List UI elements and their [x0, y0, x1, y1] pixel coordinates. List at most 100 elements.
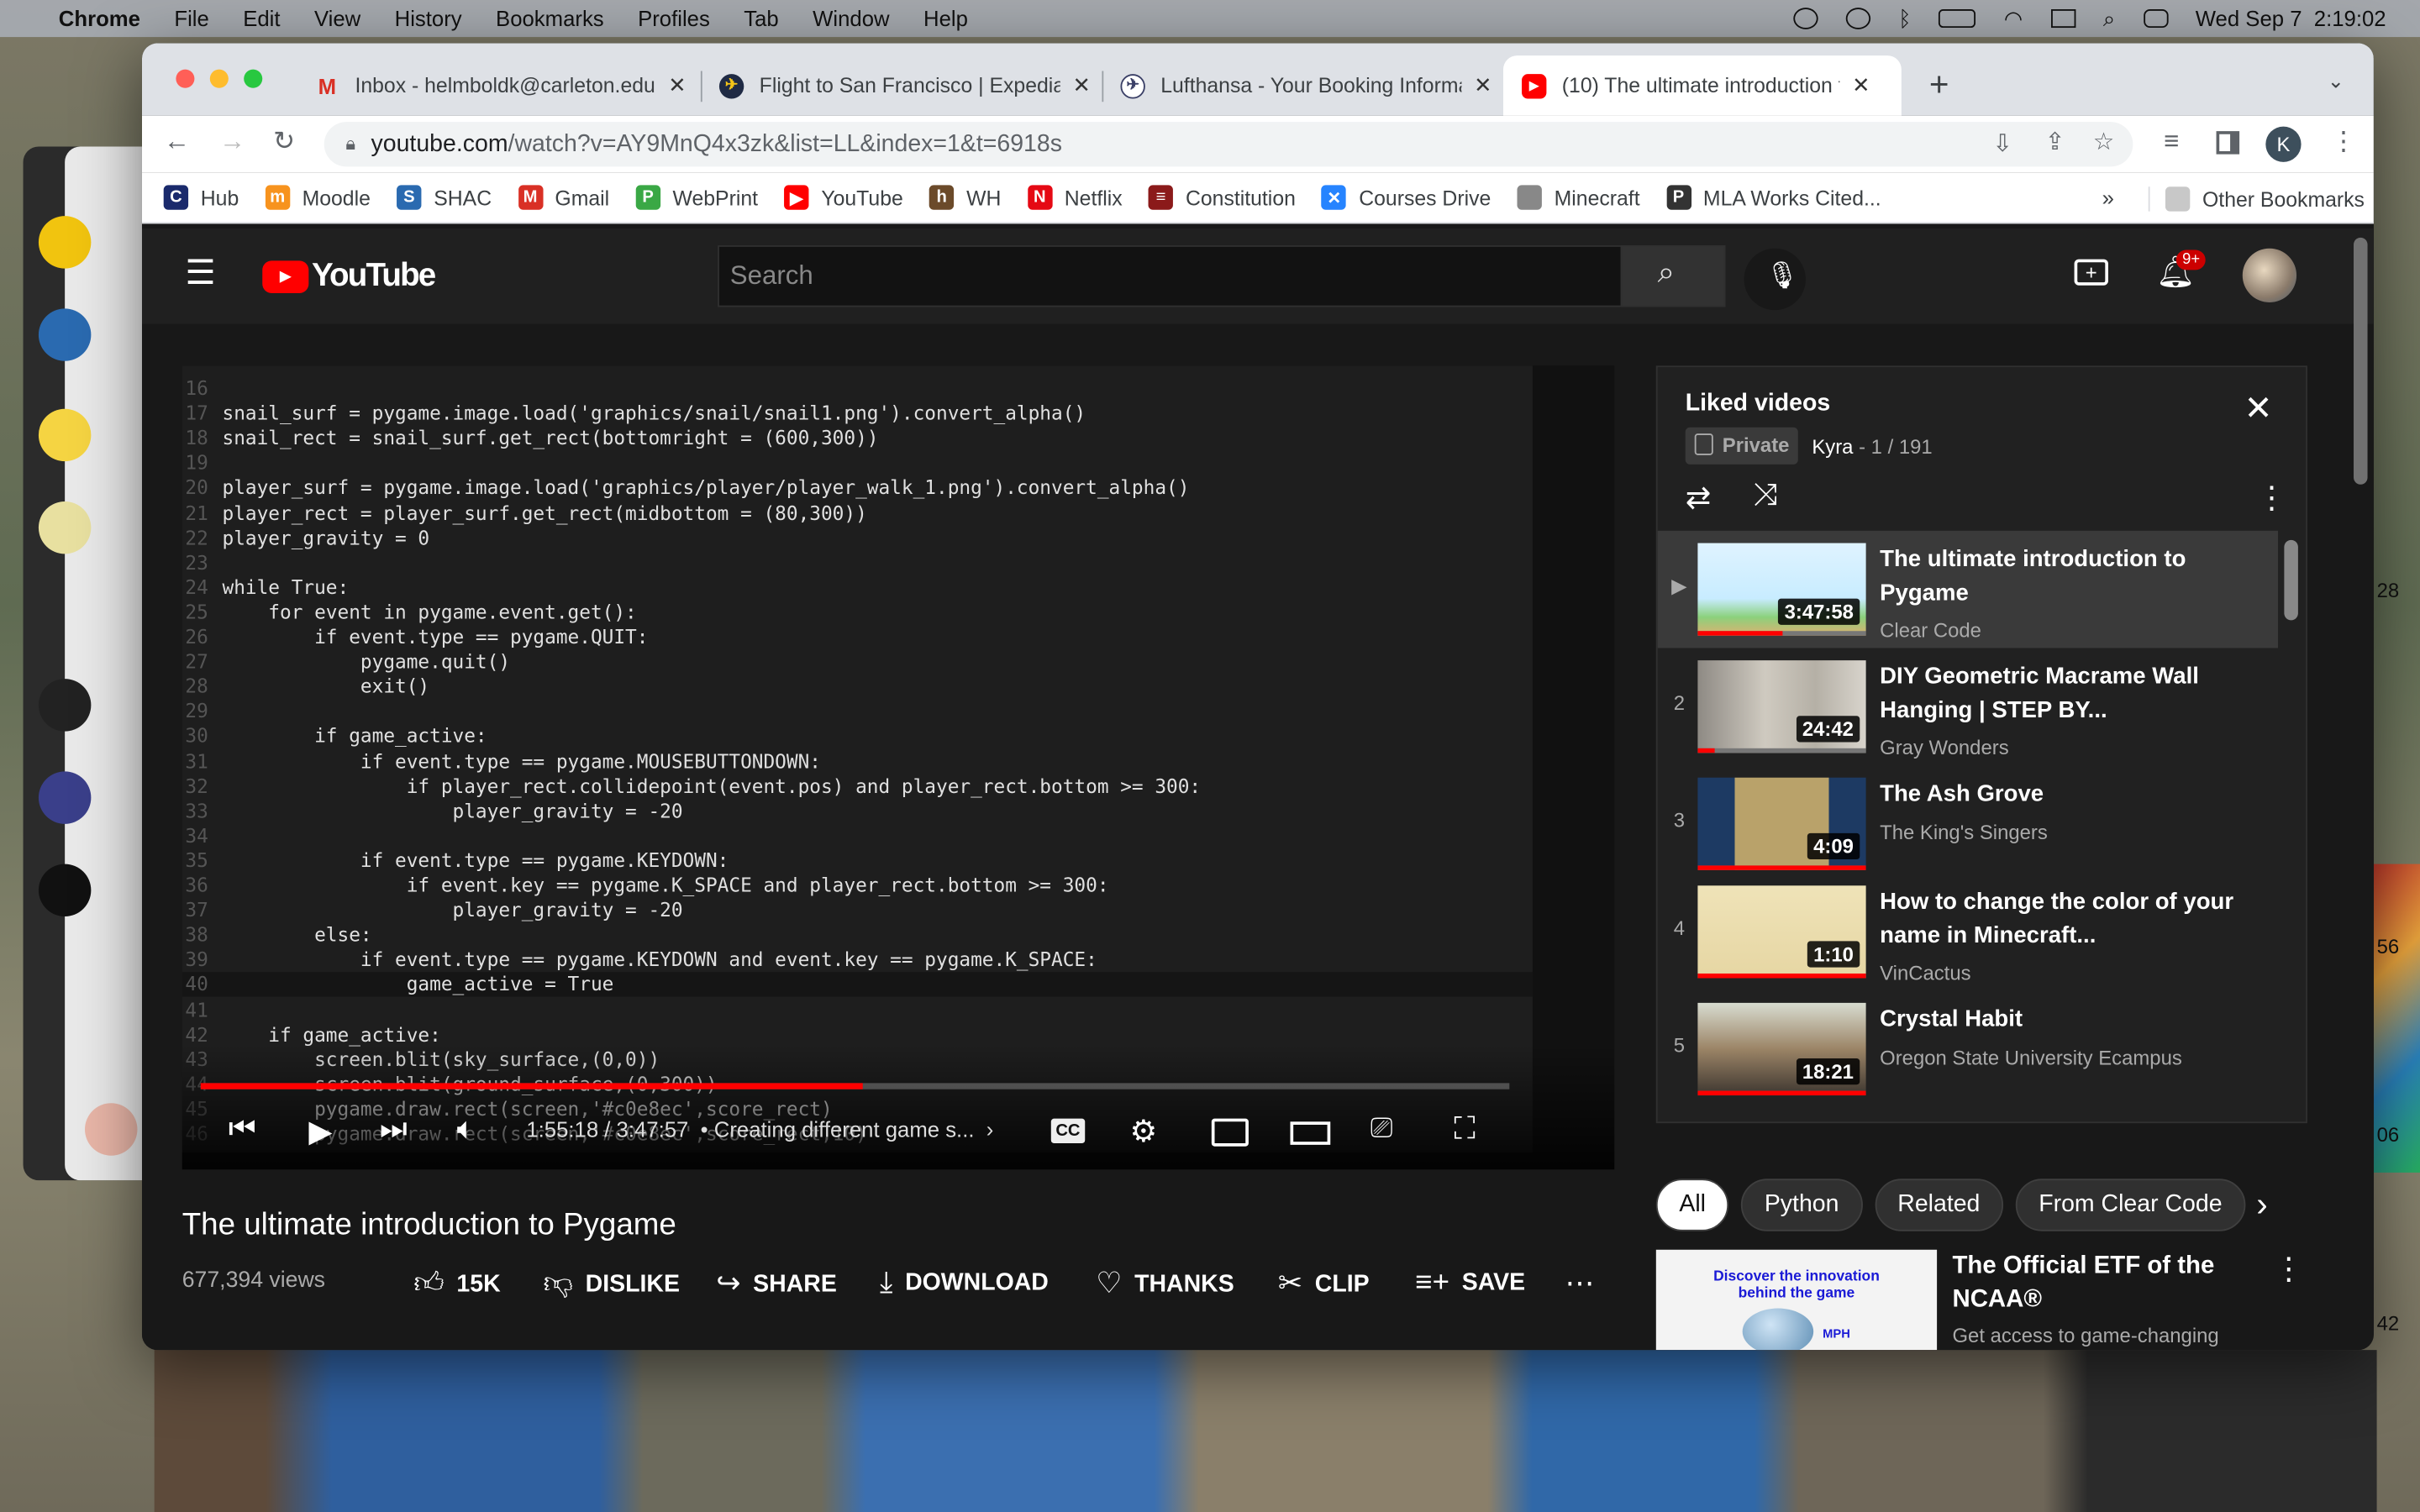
shuffle-icon[interactable]: ⤨ [1754, 478, 1778, 513]
menu-view[interactable]: View [314, 6, 360, 30]
bluetooth-icon[interactable]: ᛒ [1898, 6, 1911, 30]
progress-bar[interactable] [200, 1083, 1510, 1089]
playlist-more-icon[interactable]: ⋮ [2256, 478, 2287, 517]
more-actions-button[interactable]: ⋯ [1565, 1267, 1594, 1302]
theater-mode-button[interactable] [1290, 1121, 1331, 1145]
youtube-logo[interactable]: ▶ YouTube [262, 258, 436, 295]
other-bookmarks[interactable]: Other Bookmarks [2148, 186, 2365, 212]
menu-window[interactable]: Window [813, 6, 889, 30]
dislike-button[interactable]: 👎︎ DISLIKE [544, 1267, 680, 1302]
playlist-title[interactable]: Liked videos [1686, 391, 1830, 418]
thanks-button[interactable]: ♡ THANKS [1096, 1267, 1234, 1302]
menu-help[interactable]: Help [923, 6, 968, 30]
back-button[interactable]: ← [164, 127, 190, 158]
chapter-title[interactable]: • Creating different game s... [701, 1117, 975, 1142]
app-icon[interactable] [38, 308, 92, 361]
captions-button[interactable]: CC [1050, 1118, 1086, 1144]
new-tab-button[interactable]: + [1929, 65, 1949, 105]
reload-button[interactable]: ↻ [273, 127, 295, 158]
menu-hamburger-icon[interactable]: ☰ [185, 253, 215, 293]
voice-search-button[interactable]: 🎙︎ [1744, 248, 1806, 311]
ad-thumbnail[interactable]: Discover the innovation behind the game M… [1655, 1249, 1938, 1351]
clock[interactable]: Wed Sep 7 2:19:02 [2196, 6, 2386, 30]
tab-expedia[interactable]: ✈ Flight to San Francisco | Expedia ✕ [701, 55, 1109, 116]
video-player[interactable]: 16 17 snail_surf = pygame.image.load('grap… [182, 365, 1615, 1170]
bookmark-netflix[interactable]: N Netflix [1027, 185, 1123, 210]
tab-youtube-active[interactable]: ▶ (10) The ultimate introduction to Pygam… [1502, 55, 1902, 116]
forward-button[interactable]: → [219, 127, 245, 158]
app-icon[interactable] [38, 679, 92, 732]
bookmark-mla-works-cited[interactable]: P MLA Works Cited... [1665, 185, 1881, 210]
chip-related[interactable]: Related [1874, 1179, 2003, 1231]
chip-python[interactable]: Python [1741, 1179, 1863, 1231]
battery-icon[interactable] [1939, 9, 1976, 29]
bookmark-moodle[interactable]: m Moodle [265, 185, 371, 210]
user-avatar[interactable] [2242, 248, 2297, 303]
tab-lufthansa[interactable]: ✈ Lufthansa - Your Booking Information ✕ [1102, 55, 1510, 116]
display-icon[interactable] [2050, 9, 2075, 29]
playlist-item[interactable]: 2 24:42 DIY Geometric Macrame Wall Hangi… [1658, 648, 2306, 765]
app-icon[interactable] [38, 408, 92, 462]
playlist-item[interactable]: 3 4:09 The Ash Grove The King's Singers [1658, 765, 2306, 883]
playlist-item[interactable]: 5 18:21 Crystal Habit Oregon State Unive… [1658, 990, 2306, 1108]
playlist-item[interactable]: 4 1:10 How to change the color of your n… [1658, 874, 2306, 991]
close-tab-icon[interactable]: ✕ [668, 72, 687, 98]
bookmark-shac[interactable]: S SHAC [397, 185, 492, 210]
cast-icon[interactable]: ⎚ [1370, 1112, 1392, 1145]
play-status-icon[interactable] [1845, 8, 1871, 29]
app-icon[interactable] [38, 771, 92, 824]
playlist-item-thumbnail[interactable]: 18:21 [1697, 1002, 1866, 1096]
tab-gmail[interactable]: M Inbox - helmboldk@carleton.edu ✕ [297, 55, 705, 116]
playlist-item-thumbnail[interactable]: 3:47:58 [1697, 543, 1866, 636]
save-button[interactable]: ≡+ SAVE [1415, 1267, 1525, 1300]
playlist-item-thumbnail[interactable]: 4:09 [1697, 777, 1866, 870]
chrome-menu-icon[interactable]: ⋮ [2330, 127, 2356, 158]
fullscreen-button[interactable]: ⛶ [1454, 1112, 1476, 1147]
clip-button[interactable]: ✂ CLIP [1278, 1267, 1370, 1302]
like-button[interactable]: 👍︎ 15K [413, 1267, 500, 1302]
ad-title[interactable]: The Official ETF of the NCAA® [1952, 1250, 2230, 1318]
app-icon[interactable] [38, 216, 92, 269]
wifi-icon[interactable]: ◠ [2004, 5, 2023, 31]
reading-list-icon[interactable]: ≡ [2164, 127, 2179, 158]
close-tab-icon[interactable]: ✕ [1474, 72, 1492, 98]
menu-bookmarks[interactable]: Bookmarks [496, 6, 604, 30]
download-button[interactable]: ⤓ DOWNLOAD [880, 1267, 1049, 1300]
bookmark-wh[interactable]: h WH [929, 185, 1001, 210]
sponsored-video[interactable]: Discover the innovation behind the game M… [1655, 1249, 2320, 1351]
share-icon[interactable]: ⇪ [2045, 128, 2065, 157]
chip-all[interactable]: All [1655, 1179, 1729, 1231]
chapter-chevron-icon[interactable]: › [986, 1117, 994, 1142]
focus-status-icon[interactable] [1793, 8, 1818, 29]
playlist-item-thumbnail[interactable]: 1:10 [1697, 885, 1866, 979]
minimize-window-button[interactable] [209, 69, 229, 88]
playlist-item-thumbnail[interactable]: 24:42 [1697, 660, 1866, 753]
search-input[interactable]: Search [718, 245, 1623, 307]
next-button[interactable]: ⏭︎ [380, 1112, 408, 1147]
playlist-scrollbar[interactable] [2284, 539, 2298, 621]
close-tab-icon[interactable]: ✕ [1073, 72, 1092, 98]
playlist-item[interactable]: ▶ 3:47:58 The ultimate introduction to P… [1657, 530, 2279, 648]
app-icon[interactable] [38, 864, 92, 917]
control-center-icon[interactable] [2143, 9, 2168, 29]
app-icon[interactable] [38, 501, 92, 554]
bookmark-constitution[interactable]: ≡ Constitution [1148, 185, 1296, 210]
tab-search-chevron-icon[interactable]: ⌄ [2328, 70, 2344, 94]
menu-history[interactable]: History [395, 6, 462, 30]
zoom-window-button[interactable] [244, 69, 263, 88]
bookmark-courses-drive[interactable]: ✕ Courses Drive [1322, 185, 1491, 210]
spotlight-search-icon[interactable]: ⌕ [2103, 5, 2115, 31]
bookmark-hub[interactable]: C Hub [163, 185, 239, 210]
playlist-owner[interactable]: Kyra [1812, 435, 1853, 459]
menu-profiles[interactable]: Profiles [638, 6, 710, 30]
play-button[interactable]: ▶ [308, 1112, 332, 1151]
menu-tab[interactable]: Tab [744, 6, 778, 30]
settings-gear-icon[interactable]: ⚙︎ [1129, 1112, 1157, 1151]
share-button[interactable]: ↪ SHARE [716, 1267, 837, 1302]
menu-file[interactable]: File [174, 6, 208, 30]
close-tab-icon[interactable]: ✕ [1852, 72, 1870, 98]
bookmark-minecraft[interactable]: Minecraft [1517, 185, 1640, 210]
menu-chrome[interactable]: Chrome [59, 6, 140, 30]
page-scrollbar[interactable] [2354, 237, 2368, 485]
address-bar[interactable]: 🔒︎ youtube.com/watch?v=AY9MnQ4x3zk&list=… [324, 122, 2133, 167]
